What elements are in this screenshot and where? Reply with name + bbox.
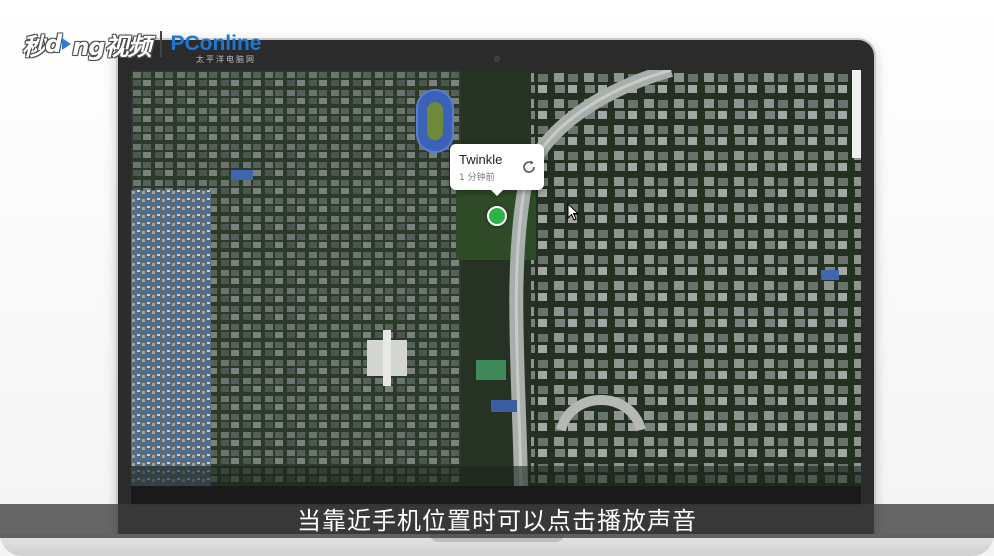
mouse-cursor-icon [567, 203, 579, 221]
brand-left-part2: d [45, 30, 62, 58]
last-seen-time: 1 分钟前 [459, 173, 495, 183]
device-name: Twinkle [459, 152, 503, 167]
brand-left-part1: 秒 [22, 32, 46, 61]
camera-icon [494, 56, 500, 62]
refresh-icon[interactable] [520, 158, 538, 176]
brand-right-p: P [170, 32, 185, 55]
brand-subtitle: 太平洋电脑网 [196, 55, 256, 64]
screen-bottom-bezel [131, 486, 861, 506]
device-info-popup[interactable]: Twinkle 1 分钟前 [450, 144, 544, 196]
subtitle-caption: 当靠近手机位置时可以点击播放声音 [297, 507, 697, 535]
map-scrollbar[interactable] [852, 70, 861, 158]
satellite-map[interactable] [131, 70, 861, 486]
device-location-marker[interactable] [487, 206, 507, 226]
brand-right-rest: Conline [184, 32, 262, 55]
brand-separator [160, 31, 163, 57]
video-frame: Twinkle 1 分钟前 当靠近手机位置时可以点击播放声音 秒 d ng视频 … [0, 0, 994, 556]
play-icon [62, 38, 72, 50]
brand-left-part3: ng视频 [72, 32, 151, 61]
